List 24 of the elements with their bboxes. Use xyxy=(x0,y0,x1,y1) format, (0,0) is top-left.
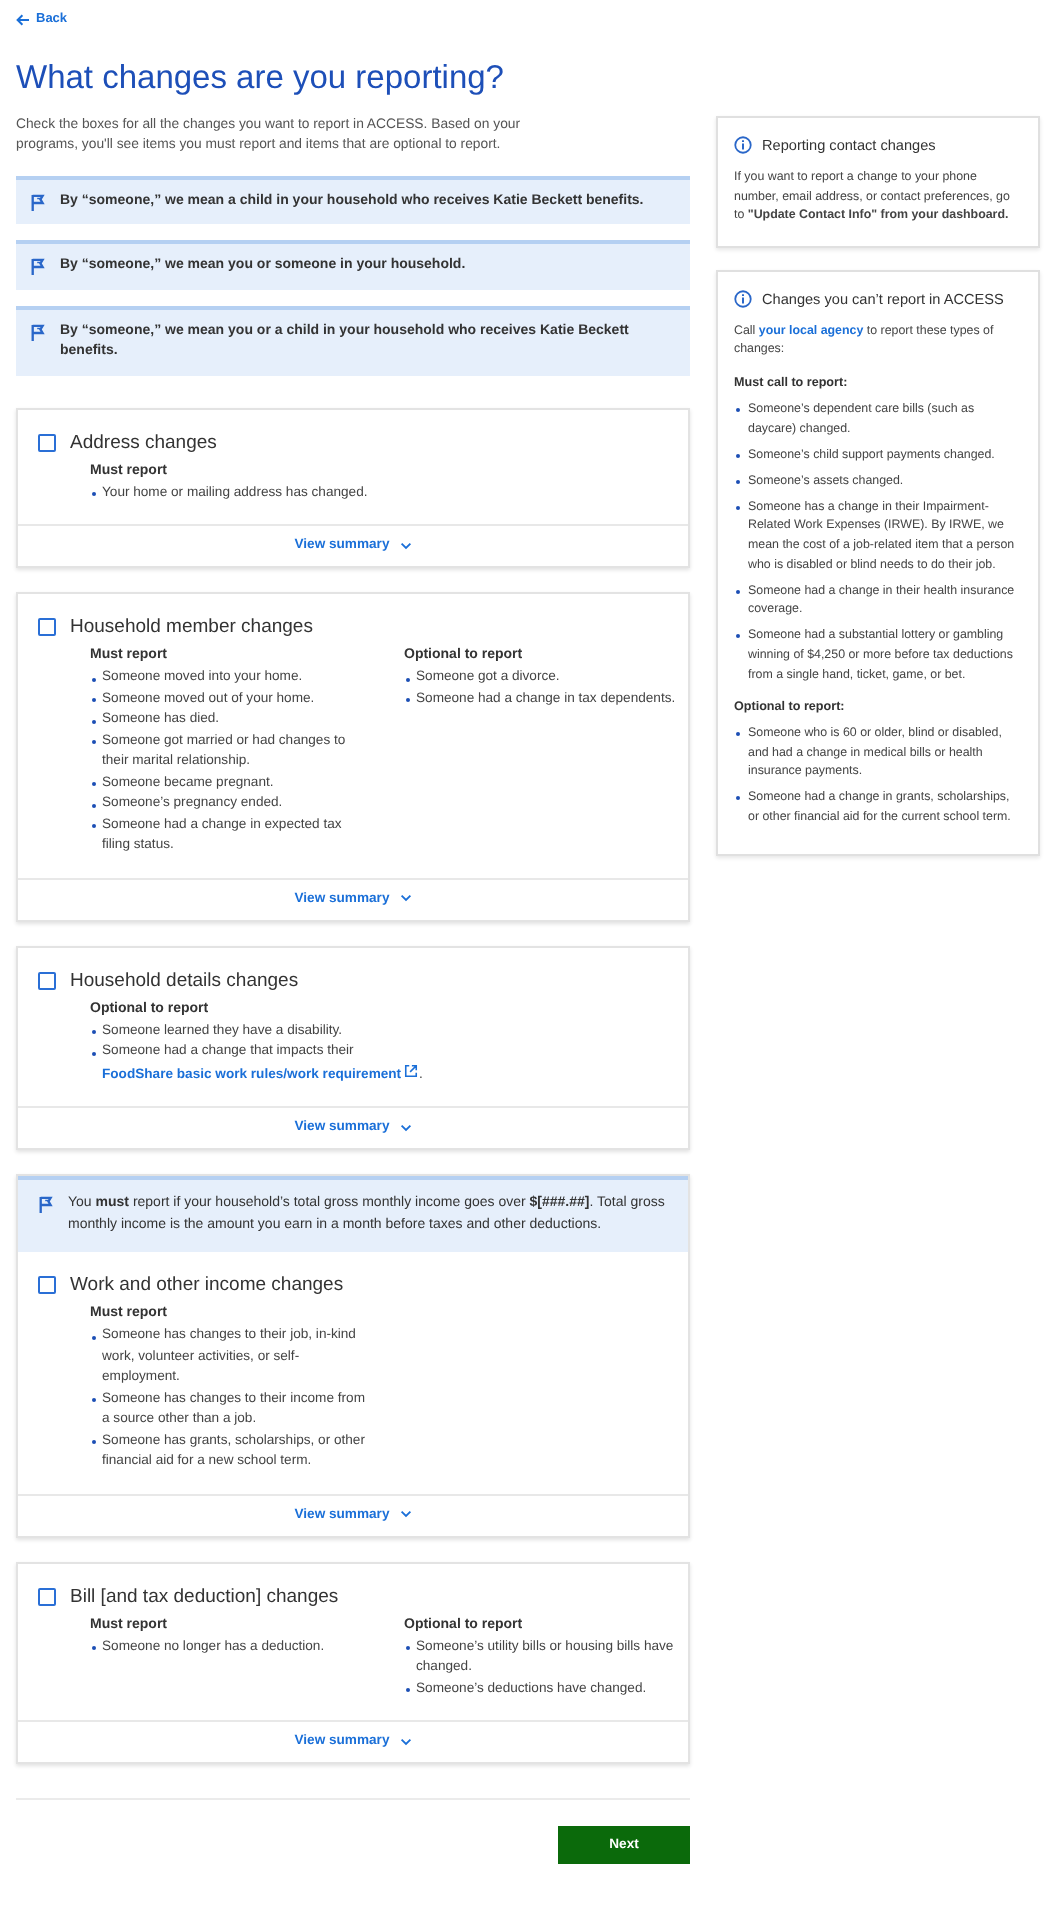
arrow-left-icon xyxy=(16,13,30,25)
checkbox[interactable] xyxy=(38,1276,56,1295)
flag-icon xyxy=(38,1196,56,1215)
checkbox[interactable] xyxy=(38,433,56,452)
flag-icon xyxy=(30,258,48,277)
card-title: Household member changes xyxy=(70,616,313,639)
chevron-down-icon xyxy=(399,1737,412,1746)
checkbox[interactable] xyxy=(38,1587,56,1606)
flag-icon xyxy=(30,193,48,212)
info-icon xyxy=(734,289,752,308)
external-link-icon xyxy=(404,1063,419,1078)
card-title: Bill [and tax deduction] changes xyxy=(70,1585,339,1608)
chevron-down-icon xyxy=(399,541,412,550)
page-title: What changes are you reporting? xyxy=(16,60,506,98)
chevron-down-icon xyxy=(399,894,412,903)
card-title: Work and other income changes xyxy=(70,1274,344,1297)
card-title: Address changes xyxy=(70,431,217,454)
info-icon xyxy=(734,136,752,154)
chevron-down-icon xyxy=(399,1123,412,1132)
flag-icon xyxy=(30,323,48,342)
checkbox[interactable] xyxy=(38,618,56,637)
checkbox[interactable] xyxy=(38,971,56,990)
chevron-down-icon xyxy=(399,1510,412,1519)
card-title: Household details changes xyxy=(70,969,299,992)
